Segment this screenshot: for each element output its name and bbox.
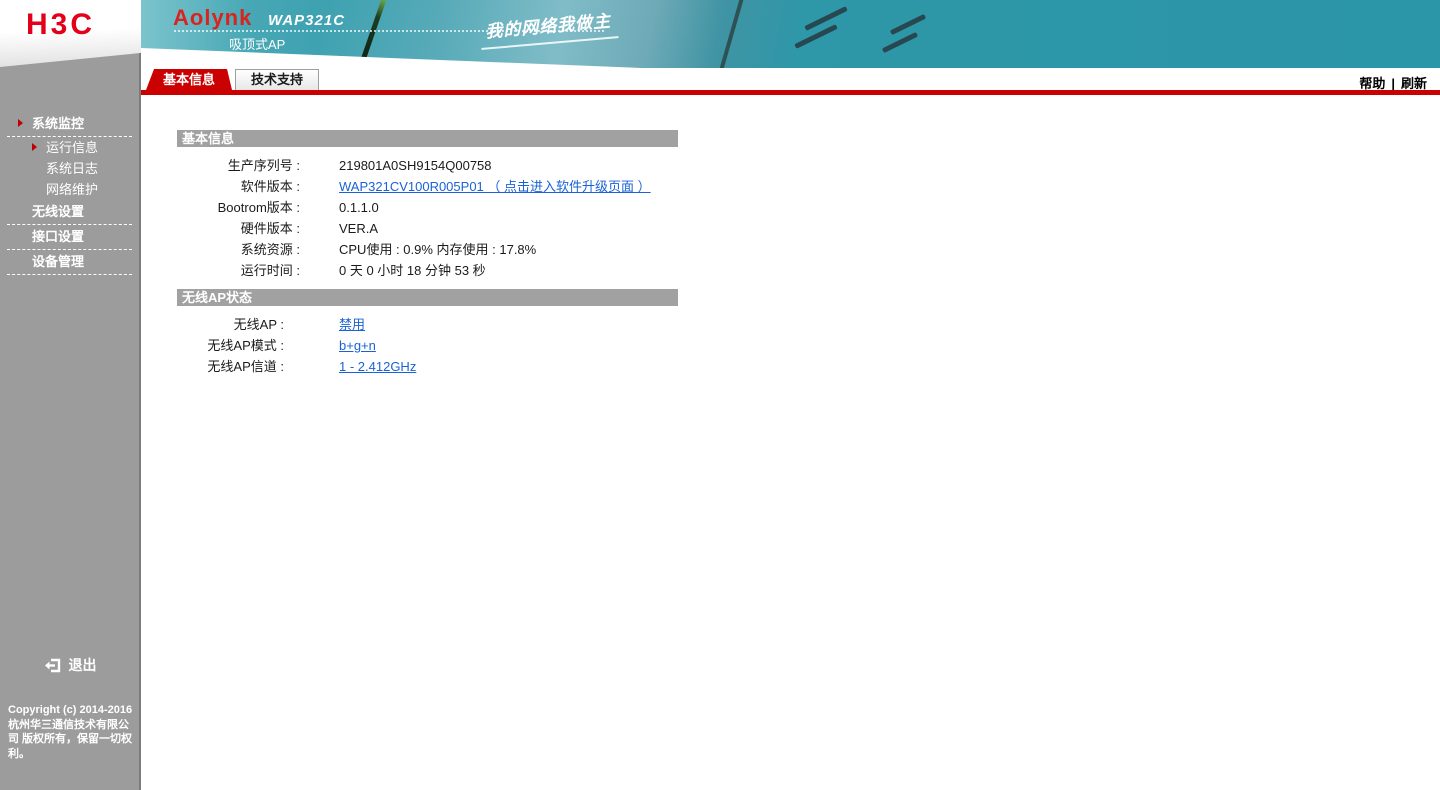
- field-value: 0 天 0 小时 18 分钟 53 秒: [339, 263, 486, 278]
- tab-basic-info[interactable]: 基本信息: [146, 69, 232, 90]
- main-content: 基本信息生产序列号 : 219801A0SH9154Q00758 软件版本 : WAP…: [141, 95, 1440, 790]
- field-row-hardware-version: 硬件版本 : VER.A: [177, 218, 678, 239]
- field-row-software-version: 软件版本 : WAP321CV100R005P01 （ 点击进入软件升级页面 ）: [177, 176, 678, 197]
- logout-label: 退出: [68, 657, 97, 673]
- field-label: 无线AP模式 :: [207, 338, 284, 353]
- section-header: 基本信息: [177, 130, 678, 147]
- field-row-system-resources: 系统资源 : CPU使用 : 0.9% 内存使用 : 17.8%: [177, 239, 678, 260]
- header-banner: Aolynk WAP321C 吸顶式AP 我的网络我做主: [141, 0, 1440, 68]
- tab-bar: 基本信息 技术支持: [146, 69, 320, 90]
- field-row-serial-number: 生产序列号 : 219801A0SH9154Q00758: [177, 155, 678, 176]
- sidebar-item-label: 网络维护: [46, 182, 99, 197]
- field-value: CPU使用 : 0.9% 内存使用 : 17.8%: [339, 242, 537, 257]
- field-value-link[interactable]: 禁用: [300, 314, 365, 335]
- active-item-arrow-icon: [32, 143, 37, 151]
- sidebar-group-system-monitor: 系统监控运行信息系统日志网络维护: [0, 112, 139, 200]
- h3c-logo: H3C: [26, 8, 96, 41]
- sidebar-group-device-management: 设备管理: [0, 250, 139, 275]
- copyright-text: Copyright (c) 2014-2016 杭州华三通信技术有限公司 版权所…: [8, 704, 133, 760]
- red-divider-line: [141, 90, 1440, 95]
- tab-strip: 基本信息 技术支持 帮助 | 刷新: [141, 68, 1440, 91]
- field-table: 无线AP : 禁用无线AP模式 : b+g+n 无线AP信道 : 1 - 2.412GH…: [177, 306, 678, 379]
- logout-button[interactable]: 退出: [0, 655, 139, 675]
- sidebar-item-label: 运行信息: [46, 140, 99, 155]
- field-value: 0.1.1.0: [339, 200, 379, 215]
- sidebar-group-label: 系统监控: [32, 116, 85, 131]
- field-value-link[interactable]: WAP321CV100R005P01 （ 点击进入软件升级页面 ）: [300, 176, 651, 197]
- sidebar: 系统监控运行信息系统日志网络维护无线设置接口设置设备管理 退出 Copyrigh…: [0, 0, 141, 790]
- sidebar-group-label: 无线设置: [32, 204, 85, 219]
- sidebar-menu: 系统监控运行信息系统日志网络维护无线设置接口设置设备管理: [0, 112, 139, 275]
- field-row-wireless-ap-mode: 无线AP模式 : b+g+n: [177, 335, 678, 356]
- expanded-arrow-icon: [18, 119, 23, 127]
- product-subtitle: 吸顶式AP: [229, 37, 286, 52]
- field-label: 系统资源 :: [240, 242, 300, 257]
- field-value-link[interactable]: b+g+n: [300, 335, 376, 356]
- sidebar-item-running-info[interactable]: 运行信息: [0, 137, 139, 158]
- sidebar-item-wireless-settings[interactable]: 无线设置: [7, 200, 132, 225]
- field-value-link[interactable]: 1 - 2.412GHz: [300, 356, 416, 377]
- sidebar-item-label: 系统日志: [46, 161, 99, 176]
- sidebar-group-label: 设备管理: [32, 254, 85, 269]
- logout-icon: [44, 658, 60, 673]
- model-name: WAP321C: [268, 12, 346, 29]
- field-label: 运行时间 :: [240, 263, 300, 278]
- refresh-link[interactable]: 刷新: [1401, 76, 1427, 91]
- section-basic-info: 基本信息生产序列号 : 219801A0SH9154Q00758 软件版本 : WAP…: [177, 130, 678, 283]
- banner-photo-decor: [321, 0, 921, 68]
- sidebar-item-device-management[interactable]: 设备管理: [7, 250, 132, 275]
- sidebar-item-network-maintenance[interactable]: 网络维护: [0, 179, 139, 200]
- help-divider: |: [1391, 76, 1395, 91]
- sidebar-group-label: 接口设置: [32, 229, 85, 244]
- field-value: 219801A0SH9154Q00758: [339, 158, 492, 173]
- section-wireless-ap-status: 无线AP状态无线AP : 禁用无线AP模式 : b+g+n 无线AP信道 : 1 - 2…: [177, 289, 678, 379]
- help-link[interactable]: 帮助: [1359, 76, 1385, 91]
- field-row-wireless-ap-channel: 无线AP信道 : 1 - 2.412GHz: [177, 356, 678, 377]
- field-table: 生产序列号 : 219801A0SH9154Q00758 软件版本 : WAP321C…: [177, 147, 678, 283]
- section-header: 无线AP状态: [177, 289, 678, 306]
- field-row-uptime: 运行时间 : 0 天 0 小时 18 分钟 53 秒: [177, 260, 678, 281]
- field-row-wireless-ap: 无线AP : 禁用: [177, 314, 678, 335]
- tab-tech-support[interactable]: 技术支持: [235, 69, 320, 90]
- field-label: 硬件版本 :: [240, 221, 300, 236]
- field-label: 无线AP :: [233, 317, 284, 332]
- field-label: 软件版本 :: [240, 179, 300, 194]
- field-label: 生产序列号 :: [227, 158, 300, 173]
- app-window: 系统监控运行信息系统日志网络维护无线设置接口设置设备管理 退出 Copyrigh…: [0, 0, 1440, 790]
- field-label: Bootrom版本 :: [217, 200, 300, 215]
- field-label: 无线AP信道 :: [207, 359, 284, 374]
- sidebar-group-wireless-settings: 无线设置: [0, 200, 139, 225]
- sidebar-item-system-monitor[interactable]: 系统监控: [7, 112, 132, 137]
- sidebar-group-interface-settings: 接口设置: [0, 225, 139, 250]
- sidebar-item-interface-settings[interactable]: 接口设置: [7, 225, 132, 250]
- sidebar-item-system-log[interactable]: 系统日志: [0, 158, 139, 179]
- product-name: Aolynk: [173, 5, 253, 30]
- field-row-bootrom-version: Bootrom版本 : 0.1.1.0: [177, 197, 678, 218]
- field-value: VER.A: [339, 221, 379, 236]
